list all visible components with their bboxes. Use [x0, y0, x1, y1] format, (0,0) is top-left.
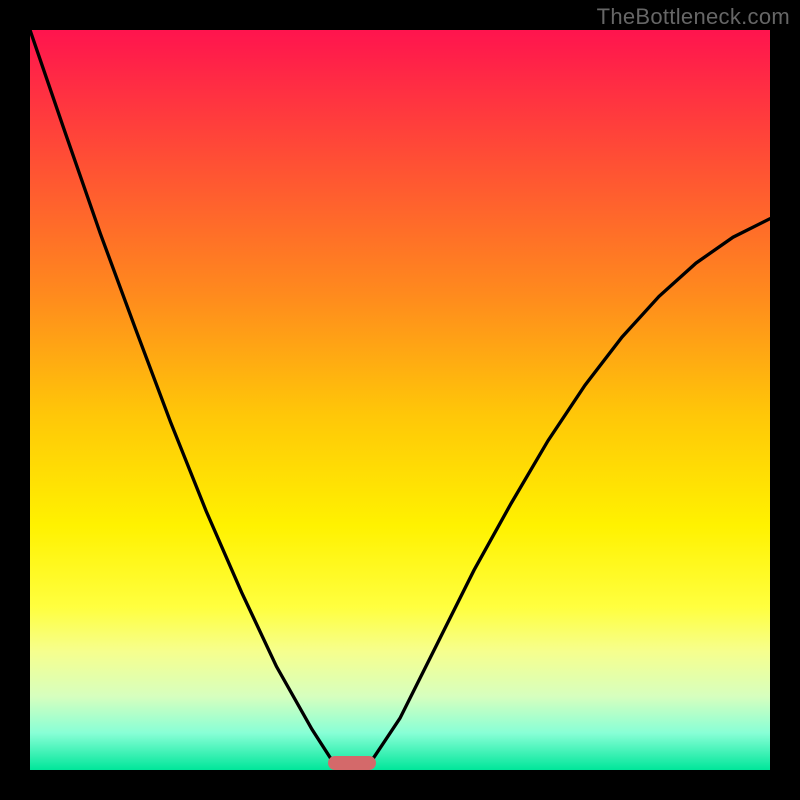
chart-outer-frame: TheBottleneck.com [0, 0, 800, 800]
watermark-text: TheBottleneck.com [597, 4, 790, 30]
chart-plot-area [30, 30, 770, 770]
bottom-pill-marker [328, 756, 376, 770]
left-curve [30, 30, 333, 763]
right-curve [370, 219, 770, 763]
chart-curves-svg [30, 30, 770, 770]
